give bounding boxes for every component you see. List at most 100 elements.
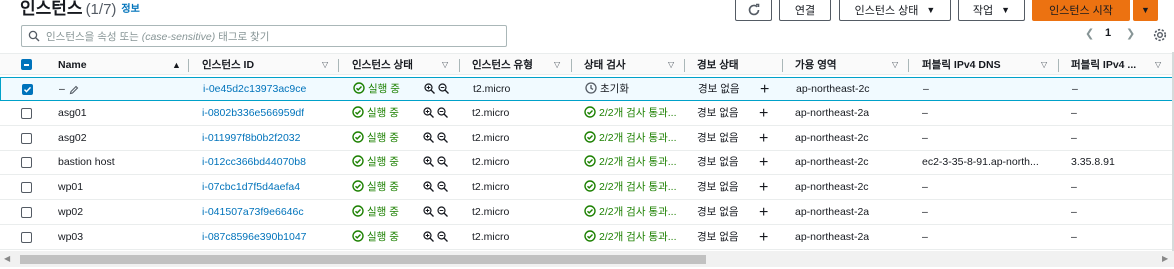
sort-ascending-icon[interactable]: ▲ — [172, 54, 181, 76]
sort-icon[interactable]: ▽ — [442, 54, 448, 76]
table-row[interactable]: bastion host i-012cc366bd44070b8 실행 중 t2.m… — [0, 151, 1174, 176]
public-dns: – — [922, 181, 928, 194]
availability-zone: ap-northeast-2c — [796, 83, 870, 95]
scrollbar-thumb[interactable] — [20, 255, 706, 264]
col-alarm-status[interactable]: 경보 상태 — [697, 54, 739, 76]
instance-type: t2.micro — [472, 156, 510, 169]
actions-dropdown[interactable]: 작업 ▼ — [958, 0, 1025, 21]
zoom-in-icon[interactable] — [423, 231, 434, 242]
info-link[interactable]: 정보 — [121, 4, 139, 15]
instance-id-link[interactable]: i-07cbc1d7f5d4aefa4 — [202, 176, 300, 199]
status-check: 2/2개 검사 통과... — [584, 201, 682, 224]
selection-count: (1/7) — [85, 1, 117, 18]
prev-page-button[interactable]: ❮ — [1085, 27, 1094, 40]
add-alarm-plus-icon[interactable]: + — [759, 151, 768, 174]
zoom-out-icon[interactable] — [437, 181, 448, 193]
instance-id-link[interactable]: i-087c8596e390b1047 — [202, 226, 307, 249]
zoom-in-icon[interactable] — [424, 83, 435, 94]
scroll-right-icon[interactable]: ▶ — [1162, 254, 1168, 263]
success-check-icon — [584, 205, 596, 217]
zoom-controls — [423, 151, 448, 174]
col-instance-type[interactable]: 인스턴스 유형 — [472, 54, 533, 76]
public-dns: – — [922, 206, 928, 218]
select-all-checkbox[interactable] — [21, 59, 32, 70]
sort-icon[interactable]: ▽ — [1155, 54, 1161, 76]
col-name[interactable]: Name — [58, 54, 87, 76]
zoom-in-icon[interactable] — [423, 156, 434, 168]
search-input[interactable]: 인스턴스을 속성 또는 (case-sensitive) 태그로 찾기 — [21, 25, 507, 47]
table-row[interactable]: asg02 i-011997f8b0b2f2032 실행 중 t2.micro 2/2… — [0, 127, 1174, 151]
refresh-button[interactable] — [735, 0, 772, 21]
zoom-out-icon[interactable] — [437, 206, 448, 217]
table-row[interactable]: – i-0e45d2c13973ac9ce 실행 중 t2.micro 초기화 경보 없… — [0, 77, 1174, 101]
table-row[interactable]: asg01 i-0802b336e566959df 실행 중 t2.micro 2/2… — [0, 102, 1174, 126]
column-divider — [1058, 59, 1059, 72]
scroll-left-icon[interactable]: ◀ — [4, 254, 10, 263]
zoom-out-icon[interactable] — [438, 83, 449, 94]
instance-id-link[interactable]: i-012cc366bd44070b8 — [202, 151, 306, 174]
instance-id-link[interactable]: i-0802b336e566959df — [202, 102, 304, 125]
zoom-in-icon[interactable] — [423, 181, 434, 193]
add-alarm-plus-icon[interactable]: + — [759, 102, 768, 125]
status-check: 초기화 — [585, 78, 683, 101]
row-checkbox[interactable] — [21, 207, 32, 218]
table-row[interactable]: wp02 i-041507a73f9e6646c 실행 중 t2.micro 2/2개… — [0, 201, 1174, 225]
row-checkbox[interactable] — [21, 157, 32, 169]
instance-id-link[interactable]: i-011997f8b0b2f2032 — [202, 127, 300, 150]
horizontal-scrollbar[interactable]: ◀ ▶ — [0, 251, 1174, 267]
next-page-button[interactable]: ❯ — [1126, 27, 1135, 40]
row-checkbox[interactable] — [21, 107, 32, 119]
instance-state-status: 실행 중 — [352, 151, 399, 174]
row-checkbox[interactable] — [21, 182, 32, 194]
success-check-icon — [584, 230, 596, 242]
sort-icon[interactable]: ▽ — [668, 54, 674, 76]
row-checkbox[interactable] — [21, 231, 32, 243]
availability-zone: ap-northeast-2c — [795, 156, 869, 169]
add-alarm-plus-icon[interactable]: + — [759, 176, 768, 199]
add-alarm-plus-icon[interactable]: + — [759, 226, 768, 249]
zoom-out-icon[interactable] — [437, 107, 448, 118]
zoom-out-icon[interactable] — [437, 131, 448, 143]
refresh-icon — [748, 3, 759, 16]
row-checkbox[interactable] — [22, 84, 33, 95]
success-check-icon — [352, 180, 364, 192]
pending-clock-icon — [585, 82, 597, 94]
current-page[interactable]: 1 — [1105, 27, 1111, 39]
zoom-out-icon[interactable] — [437, 231, 448, 242]
instance-id-link[interactable]: i-041507a73f9e6646c — [202, 201, 304, 224]
sort-icon[interactable]: ▽ — [322, 54, 328, 76]
col-status-check[interactable]: 상태 검사 — [584, 54, 626, 76]
col-availability-zone[interactable]: 가용 영역 — [795, 54, 837, 76]
settings-gear-icon[interactable] — [1153, 28, 1167, 42]
instance-id-link[interactable]: i-0e45d2c13973ac9ce — [203, 78, 306, 101]
connect-button[interactable]: 연결 — [779, 0, 831, 21]
zoom-in-icon[interactable] — [423, 131, 434, 143]
edit-pencil-icon[interactable] — [69, 85, 79, 95]
col-instance-id[interactable]: 인스턴스 ID — [202, 54, 254, 76]
col-public-ip[interactable]: 퍼블릭 IPv4 ... — [1071, 54, 1136, 76]
launch-instance-button[interactable]: 인스턴스 시작 — [1032, 0, 1130, 21]
public-dns: ec2-3-35-8-91.ap-north... — [922, 156, 1039, 169]
instance-state-dropdown[interactable]: 인스턴스 상태 ▼ — [839, 0, 951, 21]
instance-name: asg01 — [58, 106, 87, 119]
sort-icon[interactable]: ▽ — [1041, 54, 1047, 76]
add-alarm-plus-icon[interactable]: + — [759, 127, 768, 150]
add-alarm-plus-icon[interactable]: + — [760, 78, 769, 101]
alarm-status: 경보 없음 — [697, 181, 739, 194]
table-row[interactable]: wp03 i-087c8596e390b1047 실행 중 t2.micro 2/2개… — [0, 226, 1174, 250]
page-title: 인스턴스 (1/7) 정보 — [20, 0, 140, 20]
col-instance-state[interactable]: 인스턴스 상태 — [352, 54, 413, 76]
status-check: 2/2개 검사 통과... — [584, 151, 682, 174]
column-divider — [338, 59, 339, 72]
zoom-in-icon[interactable] — [423, 206, 434, 217]
instance-name: – — [59, 83, 65, 95]
row-checkbox[interactable] — [21, 132, 32, 144]
sort-icon[interactable]: ▽ — [892, 54, 898, 76]
add-alarm-plus-icon[interactable]: + — [759, 201, 768, 224]
table-row[interactable]: wp01 i-07cbc1d7f5d4aefa4 실행 중 t2.micro 2/2개… — [0, 176, 1174, 201]
launch-options-dropdown[interactable]: ▼ — [1133, 0, 1158, 21]
zoom-out-icon[interactable] — [437, 156, 448, 168]
sort-icon[interactable]: ▽ — [554, 54, 560, 76]
zoom-in-icon[interactable] — [423, 107, 434, 118]
col-public-dns[interactable]: 퍼블릭 IPv4 DNS — [922, 54, 1001, 76]
